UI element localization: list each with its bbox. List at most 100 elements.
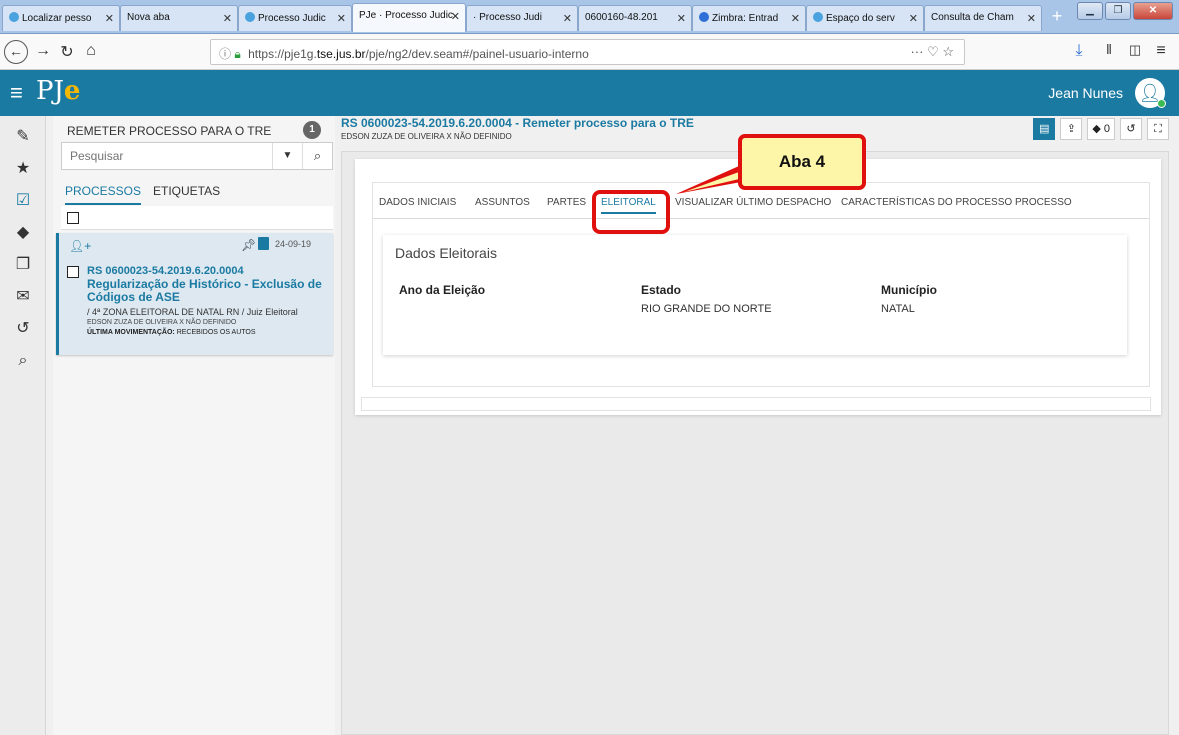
back-arrow-icon[interactable]: ←	[4, 40, 28, 64]
close-tab-icon[interactable]: ✕	[677, 12, 686, 25]
tab-dados-iniciais[interactable]: DADOS INICIAIS	[379, 197, 456, 208]
process-subject[interactable]: Regularização de Histórico - Exclusão de…	[87, 278, 332, 304]
section-title: Dados Eleitorais	[395, 245, 497, 261]
browser-tab-active[interactable]: PJe · Processo Judic ✕	[352, 3, 466, 32]
electoral-data-card: Dados Eleitorais Ano da Eleição Estado R…	[383, 235, 1127, 355]
close-tab-icon[interactable]: ✕	[105, 12, 114, 25]
close-tab-icon[interactable]: ✕	[563, 12, 572, 25]
tab-assuntos[interactable]: ASSUNTOS	[475, 197, 530, 208]
process-parties: EDSON ZUZA DE OLIVEIRA X NÃO DEFINIDO	[87, 319, 237, 326]
browser-tab[interactable]: Espaço do serv ✕	[806, 5, 924, 31]
tab-processo[interactable]: PROCESSO	[1015, 197, 1072, 208]
process-card[interactable]: 👤︎+ 📌︎ 24-09-19 RS 0600023-54.2019.6.20.…	[56, 233, 333, 355]
close-tab-icon[interactable]: ✕	[909, 12, 918, 25]
close-tab-icon[interactable]: ✕	[337, 12, 346, 25]
task-panel: REMETER PROCESSO PARA O TRE 1 ▼ ⌕ PROCES…	[53, 116, 335, 735]
share-button[interactable]: ⇪	[1060, 118, 1083, 140]
close-window-button[interactable]: ✕	[1133, 2, 1173, 20]
tab-processos[interactable]: PROCESSOS	[65, 184, 142, 205]
browser-tab[interactable]: Processo Judic ✕	[238, 5, 352, 31]
fullscreen-button[interactable]: ⛶	[1147, 118, 1169, 140]
home-icon[interactable]: ⌂	[80, 42, 102, 60]
reload-icon[interactable]: ↻	[56, 42, 78, 62]
library-icon[interactable]: ⦀	[1098, 42, 1120, 58]
document-icon[interactable]	[258, 237, 269, 250]
tab-favicon-icon	[245, 12, 255, 22]
online-status-icon	[1157, 99, 1166, 108]
highlight-box	[592, 190, 670, 234]
tab-favicon-icon	[813, 12, 823, 22]
checkbox-icon[interactable]: ☑	[10, 188, 36, 214]
hamburger-menu-icon[interactable]: ≡	[10, 80, 23, 106]
tab-ultimo-despacho[interactable]: VISUALIZAR ÚLTIMO DESPACHO	[675, 197, 831, 208]
browser-tab-bar: Localizar pesso ✕ Nova aba ✕ Processo Judi…	[0, 0, 1179, 34]
envelope-icon[interactable]: ✉	[10, 284, 36, 310]
tags-button[interactable]: ◆ 0	[1087, 118, 1115, 140]
close-tab-icon[interactable]: ✕	[451, 10, 460, 23]
app-header: ≡ PJe Jean Nunes 👤︎	[0, 70, 1179, 116]
browser-tab[interactable]: Localizar pesso ✕	[2, 5, 120, 31]
task-title: REMETER PROCESSO PARA O TRE	[67, 124, 272, 138]
lock-icon: 🔒︎	[234, 47, 241, 61]
close-tab-icon[interactable]: ✕	[791, 12, 800, 25]
avatar[interactable]: 👤︎	[1135, 78, 1166, 108]
new-tab-button[interactable]: +	[1045, 6, 1069, 28]
add-user-icon[interactable]: 👤︎+	[69, 239, 91, 253]
tags-icon[interactable]: ◆	[10, 220, 36, 246]
download-icon[interactable]: ⤓	[1068, 42, 1090, 60]
browser-tab[interactable]: · Processo Judi ✕	[466, 5, 578, 31]
user-name[interactable]: Jean Nunes	[1048, 85, 1123, 101]
chevron-down-icon[interactable]: ▼	[272, 143, 302, 169]
icon-rail: ✎ ★ ☑ ◆ ❐ ✉ ↺ ⌕	[0, 116, 46, 735]
minimize-button[interactable]: ▁	[1077, 2, 1103, 20]
tab-favicon-icon	[699, 12, 709, 22]
field-municipality: Município NATAL	[881, 283, 937, 315]
tab-etiquetas[interactable]: ETIQUETAS	[153, 184, 220, 203]
url-actions[interactable]: ··· ♡ ☆	[910, 44, 954, 60]
tab-caracteristicas[interactable]: CARACTERÍSTICAS DO PROCESSO	[841, 197, 1012, 208]
history-button[interactable]: ↺	[1120, 118, 1142, 140]
copy-icon[interactable]: ❐	[10, 252, 36, 278]
pencil-icon[interactable]: ✎	[10, 124, 36, 150]
info-icon[interactable]: ⓘ	[219, 47, 231, 61]
process-number[interactable]: RS 0600023-54.2019.6.20.0004	[87, 265, 244, 277]
pje-logo: PJe	[36, 76, 81, 106]
details-panel: DADOS INICIAIS ASSUNTOS PARTES ELEITORAL…	[372, 182, 1150, 387]
tab-favicon-icon	[9, 12, 19, 22]
main-content: RS 0600023-54.2019.6.20.0004 - Remeter p…	[337, 116, 1173, 735]
last-movement: ÚLTIMA MOVIMENTAÇÃO: RECEBIDOS OS AUTOS	[87, 329, 256, 336]
browser-tab[interactable]: Zimbra: Entrad ✕	[692, 5, 806, 31]
browser-tab[interactable]: 0600160-48.201 ✕	[578, 5, 692, 31]
select-all-checkbox[interactable]	[67, 212, 79, 224]
process-title: RS 0600023-54.2019.6.20.0004 - Remeter p…	[341, 116, 694, 130]
close-tab-icon[interactable]: ✕	[1027, 12, 1036, 25]
search-button[interactable]: ⌕	[302, 143, 332, 169]
card-date: 24-09-19	[275, 239, 312, 249]
menu-icon[interactable]: ≡	[1150, 42, 1172, 60]
search-box: ▼ ⌕	[61, 142, 333, 170]
search-input[interactable]	[62, 143, 272, 169]
forward-arrow-icon[interactable]: →	[32, 42, 54, 60]
browser-tab[interactable]: Consulta de Cham ✕	[924, 5, 1042, 31]
document-button[interactable]: ▤	[1033, 118, 1056, 140]
history-icon[interactable]: ↺	[10, 316, 36, 342]
tab-partes[interactable]: PARTES	[547, 197, 586, 208]
url-bar[interactable]: ⓘ 🔒︎ https://pje1g.tse.jus.br/pje/ng2/de…	[210, 39, 965, 65]
process-frame: DADOS INICIAIS ASSUNTOS PARTES ELEITORAL…	[341, 151, 1169, 735]
browser-nav-bar: ← → ↻ ⌂ ⓘ 🔒︎ https://pje1g.tse.jus.br/pj…	[0, 34, 1179, 70]
process-checkbox[interactable]	[67, 266, 79, 278]
browser-tab[interactable]: Nova aba ✕	[120, 5, 238, 31]
pin-icon[interactable]: 📌︎	[241, 238, 256, 252]
process-details: DADOS INICIAIS ASSUNTOS PARTES ELEITORAL…	[355, 159, 1161, 415]
search-icon[interactable]: ⌕	[10, 348, 36, 374]
sidebar-toggle-icon[interactable]: ◫	[1124, 42, 1146, 58]
select-all-row	[61, 206, 333, 230]
star-icon[interactable]: ★	[10, 156, 36, 182]
close-tab-icon[interactable]: ✕	[223, 12, 232, 25]
process-parties-header: EDSON ZUZA DE OLIVEIRA X NÃO DEFINIDO	[341, 132, 512, 141]
lower-panel	[361, 397, 1151, 411]
field-election-year: Ano da Eleição	[399, 283, 486, 297]
count-badge: 1	[303, 121, 321, 139]
tag-icon: ◆	[1092, 123, 1101, 135]
maximize-button[interactable]: ❐	[1105, 2, 1131, 20]
